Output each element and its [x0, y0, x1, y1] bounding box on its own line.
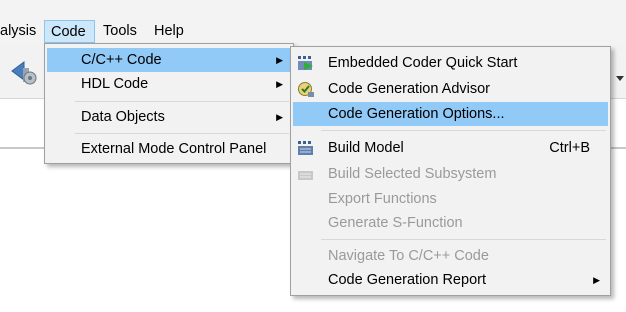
- menu-item-label: External Mode Control Panel: [81, 141, 267, 157]
- menu-code[interactable]: Code: [44, 20, 95, 43]
- menu-item-label: Export Functions: [328, 191, 437, 207]
- menu-item-export-functions[interactable]: Export Functions: [293, 187, 608, 211]
- menu-item-label: Data Objects: [81, 109, 165, 125]
- quick-start-icon: [298, 56, 313, 70]
- menu-item-label: Build Selected Subsystem: [328, 166, 497, 182]
- back-icon[interactable]: [8, 54, 38, 88]
- menu-item-embedded-coder-quick-start[interactable]: Embedded Coder Quick Start: [293, 51, 608, 75]
- menu-item-build-model[interactable]: Build Model Ctrl+B: [293, 136, 608, 160]
- build-subsystem-icon: [298, 171, 313, 180]
- menu-analysis[interactable]: alysis: [0, 20, 42, 43]
- menu-separator: [75, 101, 289, 102]
- menu-item-navigate-to-code[interactable]: Navigate To C/C++ Code: [293, 244, 608, 268]
- menu-help[interactable]: Help: [148, 20, 190, 43]
- cpp-code-submenu: Embedded Coder Quick Start Code Generati…: [290, 46, 611, 296]
- menu-item-label: Generate S-Function: [328, 215, 463, 231]
- menu-item-label: Code Generation Advisor: [328, 81, 491, 97]
- build-icon: [298, 141, 313, 155]
- menu-separator: [321, 130, 606, 131]
- menu-item-label: Embedded Coder Quick Start: [328, 55, 518, 71]
- menu-item-external-mode[interactable]: External Mode Control Panel: [47, 137, 291, 161]
- chevron-down-icon[interactable]: [612, 58, 626, 88]
- menu-item-label: Code Generation Report: [328, 272, 486, 288]
- menu-item-code-generation-advisor[interactable]: Code Generation Advisor: [293, 77, 608, 101]
- menu-item-label: C/C++ Code: [81, 52, 162, 68]
- menu-item-label: HDL Code: [81, 76, 149, 92]
- menu-separator: [75, 133, 289, 134]
- menu-item-label: Build Model: [328, 140, 404, 156]
- menu-item-cpp-code[interactable]: C/C++ Code ▶: [47, 48, 291, 72]
- menu-item-data-objects[interactable]: Data Objects ▶: [47, 105, 291, 129]
- submenu-arrow-icon: ▶: [593, 275, 600, 285]
- submenu-arrow-icon: ▶: [276, 55, 283, 65]
- menu-item-shortcut: Ctrl+B: [549, 140, 590, 156]
- submenu-arrow-icon: ▶: [276, 112, 283, 122]
- menu-tools[interactable]: Tools: [97, 20, 143, 43]
- menu-item-build-selected-subsystem[interactable]: Build Selected Subsystem: [293, 162, 608, 186]
- menu-item-label: Navigate To C/C++ Code: [328, 248, 489, 264]
- submenu-arrow-icon: ▶: [276, 79, 283, 89]
- menu-item-generate-s-function[interactable]: Generate S-Function: [293, 211, 608, 235]
- menu-bar: alysis Code Tools Help: [0, 0, 626, 44]
- advisor-icon: [298, 82, 314, 97]
- menu-item-hdl-code[interactable]: HDL Code ▶: [47, 72, 291, 96]
- menu-separator: [321, 239, 606, 240]
- code-menu: C/C++ Code ▶ HDL Code ▶ Data Objects ▶ E…: [44, 43, 294, 164]
- menu-item-code-generation-options[interactable]: Code Generation Options...: [293, 102, 608, 126]
- menu-item-label: Code Generation Options...: [328, 106, 505, 122]
- menu-item-code-generation-report[interactable]: Code Generation Report ▶: [293, 268, 608, 292]
